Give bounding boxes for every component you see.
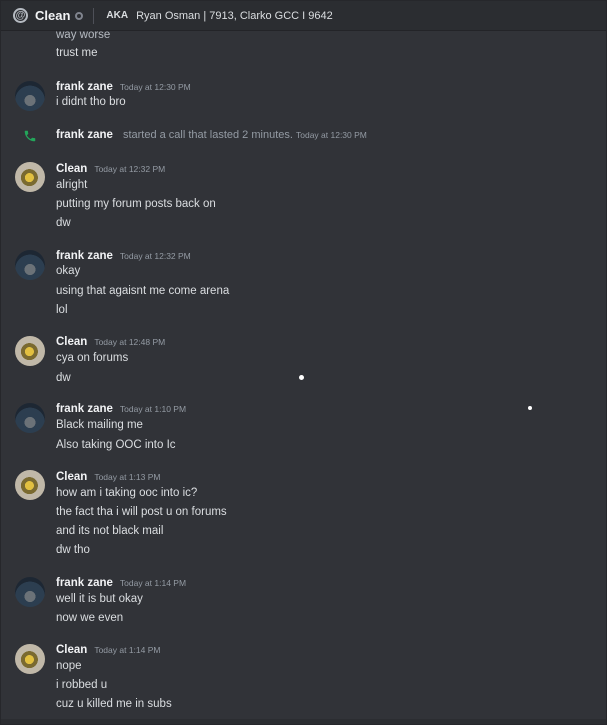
message-header: frank zane Today at 1:14 PM: [56, 577, 186, 589]
avatar[interactable]: [15, 470, 45, 500]
message-line: putting my forum posts back on: [56, 198, 216, 210]
avatar[interactable]: [15, 403, 45, 433]
username[interactable]: frank zane: [56, 403, 113, 415]
timestamp: Today at 1:14 PM: [119, 578, 187, 588]
message-header: Clean Today at 1:14 PM: [56, 644, 160, 656]
message-line: cuz u killed me in subs: [56, 698, 172, 710]
at-icon: @: [13, 8, 28, 23]
message-line: alright: [56, 179, 88, 191]
message-line: dw tho: [56, 544, 90, 556]
status-icon: [75, 11, 84, 20]
message-line: the fact tha i will post u on forums: [56, 506, 227, 518]
message-header: Clean Today at 12:48 PM: [56, 336, 165, 348]
avatar[interactable]: [15, 162, 45, 192]
timestamp: Today at 12:48 PM: [94, 337, 166, 347]
message-header: frank zane Today at 12:30 PM: [56, 81, 191, 93]
message-header: Clean Today at 1:13 PM: [56, 471, 160, 483]
username[interactable]: frank zane: [56, 129, 113, 141]
message-line: and its not black mail: [56, 525, 164, 537]
message-line: dw: [56, 372, 71, 384]
bottom-edge: [1, 719, 606, 724]
username[interactable]: frank zane: [56, 577, 113, 589]
message-line: now we even: [56, 612, 124, 624]
message-line: using that agaisnt me come arena: [56, 285, 230, 297]
timestamp: Today at 1:13 PM: [94, 472, 161, 482]
aka-text: Ryan Osman | 7913, Clarko GCC I 9642: [136, 9, 333, 22]
message-header: Clean Today at 12:32 PM: [56, 163, 165, 175]
channel-name[interactable]: Clean: [35, 8, 70, 23]
message-line: i didnt tho bro: [56, 96, 126, 108]
message-line: how am i taking ooc into ic?: [56, 487, 198, 499]
message-line: well it is but okay: [56, 593, 143, 605]
message-line: dw: [56, 217, 71, 229]
message-line: okay: [56, 265, 81, 277]
timestamp: Today at 12:30 PM: [119, 82, 191, 92]
phone-icon: [23, 129, 37, 143]
header-divider: [93, 7, 95, 24]
message-line: Also taking OOC into Ic: [56, 439, 176, 451]
dm-chat-window: @ Clean AKA Ryan Osman | 7913, Clarko GC…: [0, 0, 607, 725]
message-line: nope: [56, 660, 82, 672]
message-line: i robbed u: [56, 679, 108, 691]
aka-label: AKA: [106, 10, 129, 21]
username[interactable]: frank zane: [56, 81, 113, 93]
channel-header: @ Clean AKA Ryan Osman | 7913, Clarko GC…: [1, 1, 606, 31]
call-notice: frank zane started a call that lasted 2 …: [56, 129, 367, 141]
avatar[interactable]: [15, 644, 45, 674]
username[interactable]: Clean: [56, 163, 87, 175]
cursor-dot: [299, 375, 304, 380]
username[interactable]: frank zane: [56, 250, 113, 262]
message-header: frank zane Today at 1:10 PM: [56, 403, 186, 415]
timestamp: Today at 12:32 PM: [119, 251, 191, 261]
message-header: frank zane Today at 12:32 PM: [56, 250, 191, 262]
username[interactable]: Clean: [56, 336, 87, 348]
timestamp: Today at 12:32 PM: [94, 164, 166, 174]
username[interactable]: Clean: [56, 644, 87, 656]
message-line: trust me: [56, 47, 98, 59]
username[interactable]: Clean: [56, 471, 87, 483]
message-line: cya on forums: [56, 352, 129, 364]
timestamp: Today at 12:30 PM: [296, 130, 367, 140]
avatar[interactable]: [15, 336, 45, 366]
cursor-dot: [528, 406, 532, 410]
timestamp: Today at 1:10 PM: [119, 404, 187, 414]
avatar[interactable]: [15, 81, 45, 111]
avatar[interactable]: [15, 577, 45, 607]
message-line: way worse: [56, 29, 111, 41]
message-line: lol: [56, 304, 68, 316]
message-line: Black mailing me: [56, 419, 143, 431]
avatar[interactable]: [15, 250, 45, 280]
call-text: started a call that lasted 2 minutes.: [122, 129, 293, 141]
timestamp: Today at 1:14 PM: [94, 645, 161, 655]
